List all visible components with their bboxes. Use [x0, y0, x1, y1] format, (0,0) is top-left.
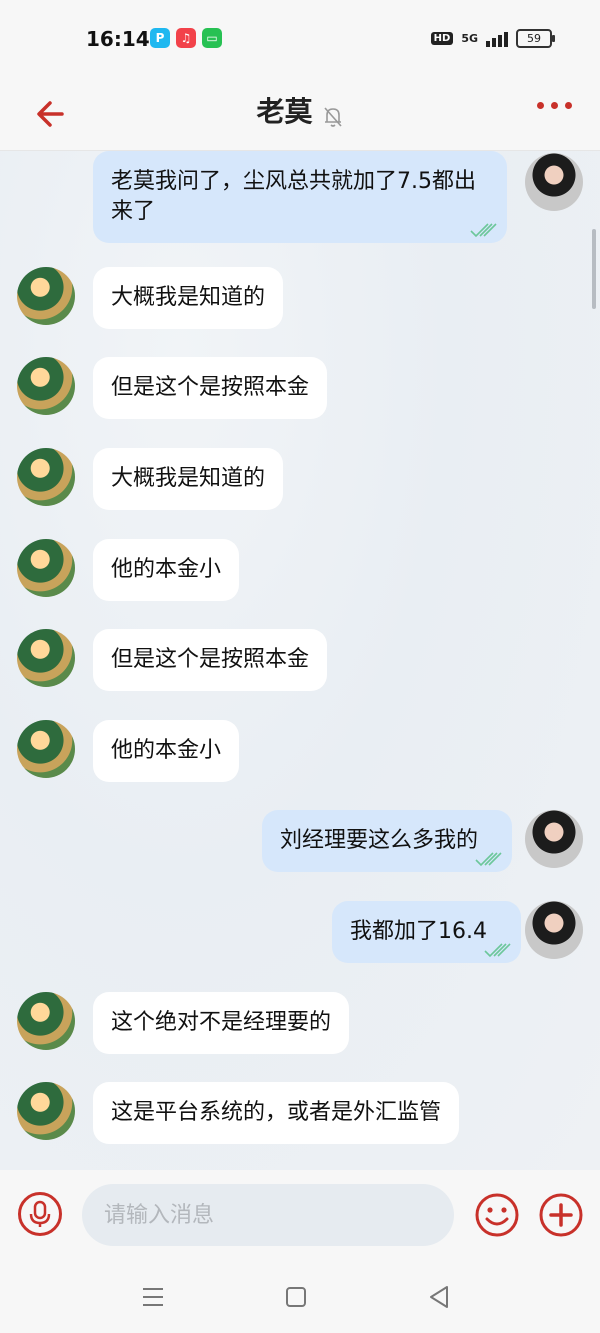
- hd-badge: HD: [430, 32, 454, 45]
- chat-header: 老莫: [0, 80, 600, 151]
- battery-icon: 59: [516, 29, 555, 48]
- input-bar: [0, 1170, 600, 1265]
- recent-apps-icon[interactable]: [142, 1287, 164, 1307]
- message-text: 刘经理要这么多我的: [280, 828, 479, 853]
- music-app-icon: ♫: [176, 28, 196, 48]
- avatar[interactable]: [17, 1082, 75, 1140]
- message-bubble[interactable]: 我都加了16.4: [332, 901, 521, 963]
- avatar[interactable]: [17, 267, 75, 325]
- message-app-icon: ▭: [202, 28, 222, 48]
- avatar[interactable]: [17, 720, 75, 778]
- avatar[interactable]: [17, 448, 75, 506]
- avatar[interactable]: [17, 357, 75, 415]
- message-text: 大概我是知道的: [111, 466, 266, 491]
- add-attachment-icon[interactable]: [538, 1192, 584, 1238]
- network-type: 5G: [461, 32, 478, 45]
- voice-button[interactable]: [18, 1192, 62, 1236]
- message-text: 他的本金小: [111, 738, 222, 763]
- more-options-icon[interactable]: [537, 102, 572, 109]
- status-app-icons: P ♫ ▭: [150, 28, 222, 48]
- scrollbar[interactable]: [592, 229, 596, 309]
- avatar[interactable]: [17, 629, 75, 687]
- message-text: 他的本金小: [111, 557, 222, 582]
- nav-back-icon[interactable]: [428, 1285, 450, 1309]
- message-text: 但是这个是按照本金: [111, 375, 310, 400]
- message-bubble[interactable]: 这是平台系统的，或者是外汇监管: [93, 1082, 460, 1144]
- message-text: 我都加了16.4: [350, 919, 487, 944]
- status-time: 16:14: [86, 27, 150, 51]
- message-text: 这个绝对不是经理要的: [111, 1010, 332, 1035]
- message-text: 老莫我问了，尘风总共就加了7.5都出来了: [111, 169, 476, 224]
- avatar[interactable]: [17, 539, 75, 597]
- read-check-icon: [475, 852, 502, 867]
- mute-bell-icon: [323, 106, 342, 127]
- message-bubble[interactable]: 他的本金小: [93, 539, 240, 601]
- avatar[interactable]: [525, 153, 583, 211]
- message-bubble[interactable]: 老莫我问了，尘风总共就加了7.5都出来了: [93, 151, 507, 243]
- status-indicators: HD 5G 59: [430, 29, 555, 48]
- home-icon[interactable]: [286, 1287, 306, 1307]
- avatar[interactable]: [17, 992, 75, 1050]
- message-text: 这是平台系统的，或者是外汇监管: [111, 1100, 442, 1125]
- message-bubble[interactable]: 但是这个是按照本金: [93, 629, 328, 691]
- message-bubble[interactable]: 大概我是知道的: [93, 267, 284, 329]
- chat-title: 老莫: [256, 95, 313, 128]
- avatar[interactable]: [525, 810, 583, 868]
- system-nav-bar: [0, 1265, 600, 1333]
- message-text: 但是这个是按照本金: [111, 647, 310, 672]
- read-check-icon: [484, 943, 511, 958]
- signal-icon: [486, 31, 508, 47]
- chat-area[interactable]: 老莫我问了，尘风总共就加了7.5都出来了 大概我是知道的 但是这个是按照本金 大…: [0, 151, 600, 1170]
- message-bubble[interactable]: 大概我是知道的: [93, 448, 284, 510]
- message-bubble[interactable]: 这个绝对不是经理要的: [93, 992, 350, 1054]
- emoji-icon[interactable]: [474, 1192, 520, 1238]
- message-input[interactable]: [82, 1184, 454, 1246]
- status-bar: 16:14 P ♫ ▭ HD 5G 59: [0, 0, 600, 80]
- message-bubble[interactable]: 他的本金小: [93, 720, 240, 782]
- message-bubble[interactable]: 但是这个是按照本金: [93, 357, 328, 419]
- read-check-icon: [470, 223, 497, 238]
- avatar[interactable]: [525, 901, 583, 959]
- p-app-icon: P: [150, 28, 170, 48]
- message-bubble[interactable]: 刘经理要这么多我的: [262, 810, 513, 872]
- microphone-icon: [29, 1200, 51, 1227]
- message-text: 大概我是知道的: [111, 285, 266, 310]
